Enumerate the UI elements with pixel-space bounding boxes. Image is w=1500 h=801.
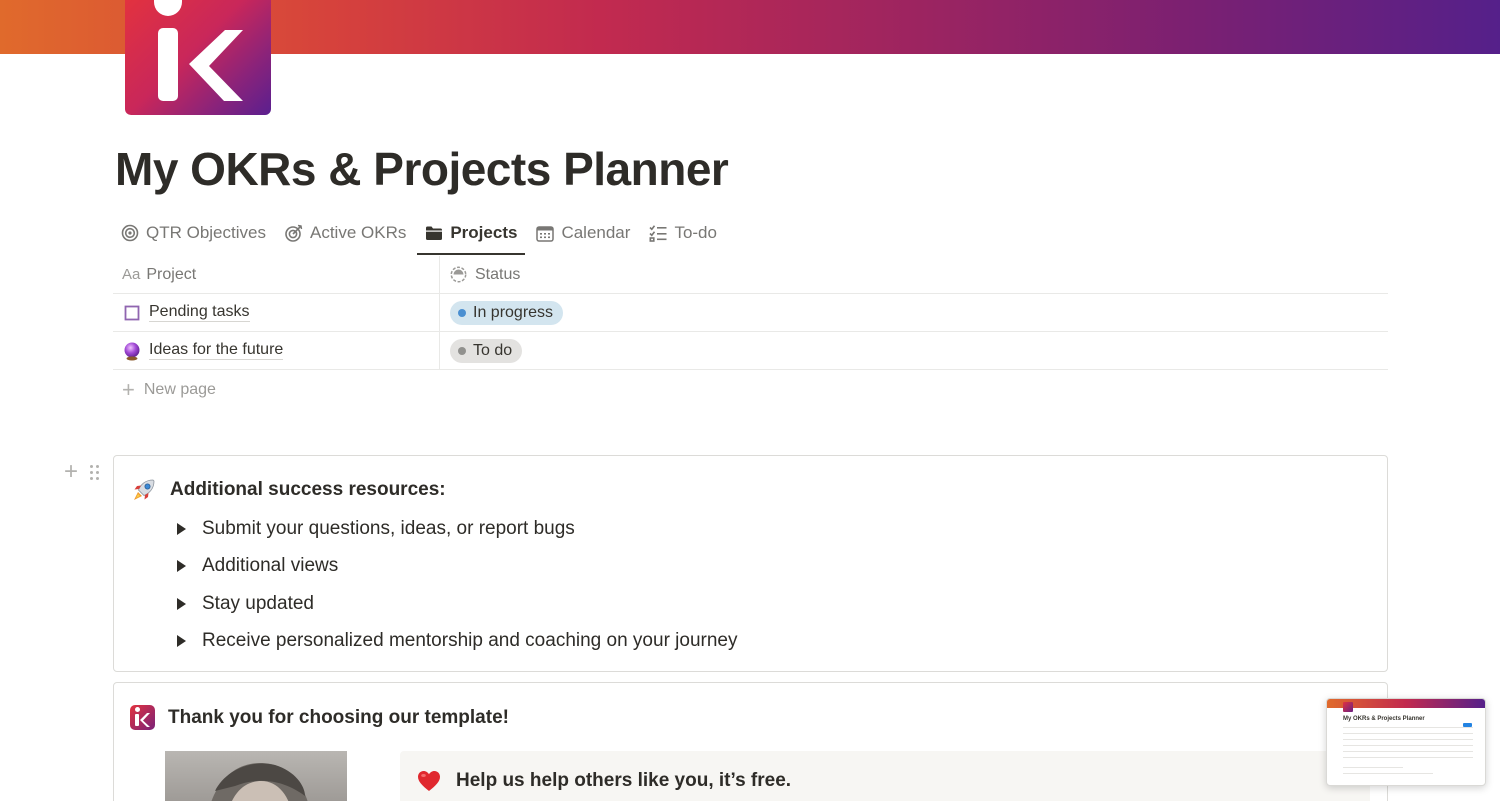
calendar-icon	[536, 224, 555, 242]
thanks-callout: Thank you for choosing our template! Hel…	[113, 682, 1388, 801]
author-photo	[165, 751, 347, 801]
column-header-status[interactable]: Status	[440, 256, 1388, 293]
plus-icon: +	[122, 377, 135, 402]
brand-logo-icon	[130, 705, 155, 730]
status-cell: To do	[440, 332, 1388, 369]
status-cell: In progress	[440, 294, 1388, 331]
toggle-label: Receive personalized mentorship and coac…	[202, 630, 738, 652]
page-title[interactable]: My OKRs & Projects Planner	[115, 142, 729, 196]
tab-to-do[interactable]: To-do	[641, 214, 725, 252]
status-badge[interactable]: In progress	[450, 300, 564, 325]
thumbnail-title: My OKRs & Projects Planner	[1343, 716, 1425, 722]
tab-label: Active OKRs	[309, 223, 407, 242]
table-header: Aa Project Status	[113, 256, 1388, 294]
table-row[interactable]: Ideas for the future To do	[113, 332, 1388, 370]
tab-active-okrs[interactable]: Active OKRs	[277, 214, 414, 252]
page-thumbnail-preview[interactable]: My OKRs & Projects Planner	[1326, 698, 1486, 786]
toggle-arrow-icon[interactable]	[177, 522, 186, 535]
tab-calendar[interactable]: Calendar	[528, 214, 638, 252]
toggle-item[interactable]: Additional views	[176, 548, 738, 586]
target-icon	[121, 224, 139, 242]
tab-label: To-do	[674, 223, 717, 242]
toggle-item[interactable]: Receive personalized mentorship and coac…	[176, 623, 738, 661]
text-property-icon: Aa	[122, 266, 141, 283]
callout-header: Additional success resources:	[130, 476, 446, 504]
help-text: Help us help others like you, it’s free.	[456, 770, 792, 791]
tab-projects[interactable]: Projects	[417, 214, 526, 255]
checkbox-icon	[122, 303, 142, 323]
new-page-label: New page	[143, 381, 216, 398]
status-label: In progress	[473, 303, 554, 321]
column-header-project[interactable]: Aa Project	[113, 256, 440, 293]
toggle-label: Stay updated	[202, 592, 314, 614]
page-logo-icon[interactable]	[125, 0, 271, 115]
drag-handle-icon[interactable]	[90, 464, 100, 480]
folder-icon	[425, 224, 443, 242]
toggle-arrow-icon[interactable]	[177, 560, 186, 573]
status-dot	[458, 346, 466, 355]
toggle-arrow-icon[interactable]	[177, 635, 186, 648]
status-icon	[450, 266, 467, 283]
toggle-label: Additional views	[202, 555, 339, 577]
dartboard-icon	[285, 224, 303, 242]
tab-label: Calendar	[561, 223, 631, 242]
toggle-list: Submit your questions, ideas, or report …	[176, 510, 738, 660]
rocket-icon	[130, 476, 158, 504]
tab-label: Projects	[450, 223, 518, 242]
status-dot	[458, 308, 466, 317]
callout-header: Thank you for choosing our template!	[130, 705, 509, 730]
tab-label: QTR Objectives	[146, 223, 266, 242]
column-label: Project	[146, 265, 197, 283]
project-name[interactable]: Ideas for the future	[149, 341, 284, 360]
status-label: To do	[473, 341, 513, 359]
block-handle: +	[64, 460, 100, 484]
toggle-item[interactable]: Stay updated	[176, 585, 738, 623]
toggle-label: Submit your questions, ideas, or report …	[202, 517, 575, 539]
column-label: Status	[475, 265, 521, 283]
project-cell: Pending tasks	[113, 294, 440, 331]
new-page-button[interactable]: + New page	[122, 377, 216, 402]
crystal-ball-icon	[122, 341, 142, 361]
project-name[interactable]: Pending tasks	[149, 303, 250, 322]
toggle-arrow-icon[interactable]	[177, 597, 186, 610]
help-callout: Help us help others like you, it’s free.	[400, 751, 1370, 801]
table-row[interactable]: Pending tasks In progress	[113, 294, 1388, 332]
add-block-icon[interactable]: +	[64, 460, 78, 484]
callout-heading: Thank you for choosing our template!	[168, 706, 509, 728]
view-tabs: QTR Objectives Active OKRs Projects Cale…	[113, 214, 728, 256]
callout-heading: Additional success resources:	[170, 479, 446, 500]
resources-callout: Additional success resources: Submit you…	[113, 455, 1388, 672]
projects-table: Aa Project Status Pending tasks In progr…	[113, 256, 1388, 370]
status-badge[interactable]: To do	[450, 338, 523, 363]
heart-icon	[416, 769, 442, 793]
project-cell: Ideas for the future	[113, 332, 440, 369]
toggle-item[interactable]: Submit your questions, ideas, or report …	[176, 510, 738, 548]
checklist-icon	[649, 224, 667, 242]
tab-qtr-objectives[interactable]: QTR Objectives	[113, 214, 274, 252]
